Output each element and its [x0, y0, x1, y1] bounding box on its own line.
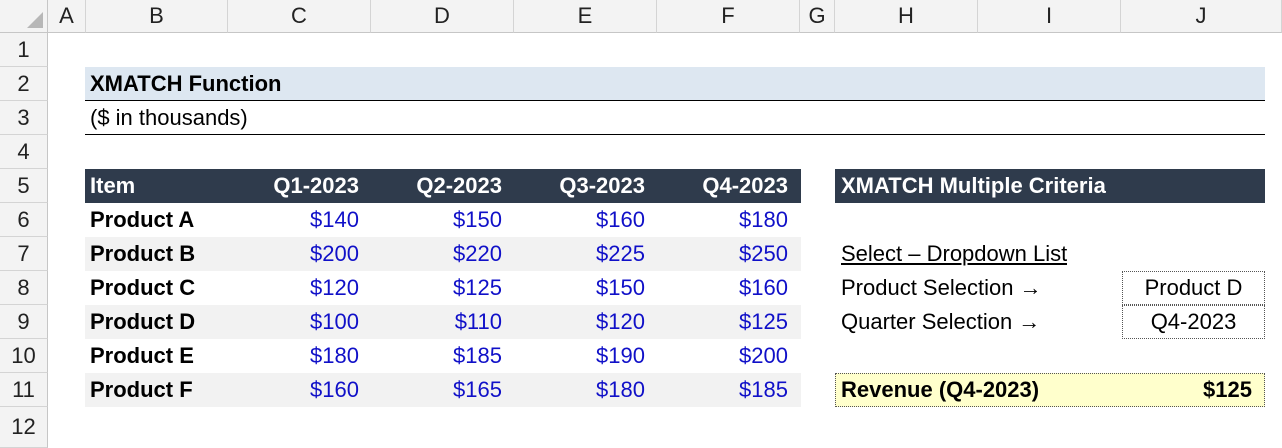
- revenue-result-value[interactable]: $125: [1122, 373, 1252, 407]
- quarter-selection-label[interactable]: Quarter Selection →: [841, 305, 1040, 339]
- row-header-9[interactable]: 9: [0, 305, 48, 339]
- column-header-b[interactable]: B: [86, 0, 228, 33]
- item-cell[interactable]: Product D: [90, 305, 220, 339]
- value-cell[interactable]: $200: [657, 339, 788, 373]
- value-cell[interactable]: $140: [228, 203, 359, 237]
- item-cell[interactable]: Product E: [90, 339, 220, 373]
- value-cell[interactable]: $190: [514, 339, 645, 373]
- column-header-h[interactable]: H: [835, 0, 978, 33]
- header-q4[interactable]: Q4-2023: [657, 169, 788, 203]
- row-header-3[interactable]: 3: [0, 101, 48, 135]
- value-cell[interactable]: $150: [371, 203, 502, 237]
- row-header-8[interactable]: 8: [0, 271, 48, 305]
- header-item[interactable]: Item: [90, 169, 220, 203]
- item-cell[interactable]: Product F: [90, 373, 220, 407]
- item-cell[interactable]: Product B: [90, 237, 220, 271]
- value-cell[interactable]: $225: [514, 237, 645, 271]
- quarter-selection-dropdown[interactable]: Q4-2023: [1122, 305, 1265, 339]
- product-selection-label[interactable]: Product Selection →: [841, 271, 1042, 305]
- value-cell[interactable]: $220: [371, 237, 502, 271]
- value-cell[interactable]: $160: [657, 271, 788, 305]
- value-cell[interactable]: $125: [657, 305, 788, 339]
- value-cell[interactable]: $125: [371, 271, 502, 305]
- select-all-corner[interactable]: [0, 0, 48, 33]
- header-q2[interactable]: Q2-2023: [371, 169, 502, 203]
- row-header-2[interactable]: 2: [0, 67, 48, 101]
- value-cell[interactable]: $185: [371, 339, 502, 373]
- value-cell[interactable]: $250: [657, 237, 788, 271]
- row-header-11[interactable]: 11: [0, 373, 48, 407]
- value-cell[interactable]: $200: [228, 237, 359, 271]
- row-header-4[interactable]: 4: [0, 135, 48, 169]
- value-cell[interactable]: $110: [371, 305, 502, 339]
- row-header-7[interactable]: 7: [0, 237, 48, 271]
- product-selection-dropdown[interactable]: Product D: [1122, 271, 1265, 305]
- column-header-d[interactable]: D: [371, 0, 514, 33]
- column-header-a[interactable]: A: [48, 0, 86, 33]
- row-header-10[interactable]: 10: [0, 339, 48, 373]
- value-cell[interactable]: $160: [228, 373, 359, 407]
- header-q3[interactable]: Q3-2023: [514, 169, 645, 203]
- revenue-result-label[interactable]: Revenue (Q4-2023): [841, 373, 1039, 407]
- value-cell[interactable]: $180: [228, 339, 359, 373]
- subtitle-underline: [85, 101, 1265, 135]
- value-cell[interactable]: $120: [514, 305, 645, 339]
- header-q1[interactable]: Q1-2023: [228, 169, 359, 203]
- item-cell[interactable]: Product A: [90, 203, 220, 237]
- column-header-g[interactable]: G: [800, 0, 835, 33]
- value-cell[interactable]: $180: [514, 373, 645, 407]
- value-cell[interactable]: $150: [514, 271, 645, 305]
- row-header-5[interactable]: 5: [0, 169, 48, 203]
- row-header-1[interactable]: 1: [0, 33, 48, 67]
- units-note[interactable]: ($ in thousands): [90, 101, 248, 135]
- value-cell[interactable]: $185: [657, 373, 788, 407]
- criteria-header[interactable]: XMATCH Multiple Criteria: [841, 169, 1106, 203]
- column-header-j[interactable]: J: [1121, 0, 1282, 33]
- column-header-i[interactable]: I: [978, 0, 1121, 33]
- value-cell[interactable]: $165: [371, 373, 502, 407]
- value-cell[interactable]: $180: [657, 203, 788, 237]
- value-cell[interactable]: $120: [228, 271, 359, 305]
- spreadsheet: A B C D E F G H I J 1 2 3 4 5 6 7 8 9 10…: [0, 0, 1282, 448]
- column-header-e[interactable]: E: [514, 0, 657, 33]
- column-header-c[interactable]: C: [228, 0, 371, 33]
- item-cell[interactable]: Product C: [90, 271, 220, 305]
- value-cell[interactable]: $160: [514, 203, 645, 237]
- select-all-icon: [27, 12, 43, 28]
- dropdown-list-label[interactable]: Select – Dropdown List: [841, 237, 1067, 271]
- value-cell[interactable]: $100: [228, 305, 359, 339]
- column-header-f[interactable]: F: [657, 0, 800, 33]
- page-title[interactable]: XMATCH Function: [90, 67, 281, 101]
- row-header-6[interactable]: 6: [0, 203, 48, 237]
- row-header-12[interactable]: 12: [0, 407, 48, 448]
